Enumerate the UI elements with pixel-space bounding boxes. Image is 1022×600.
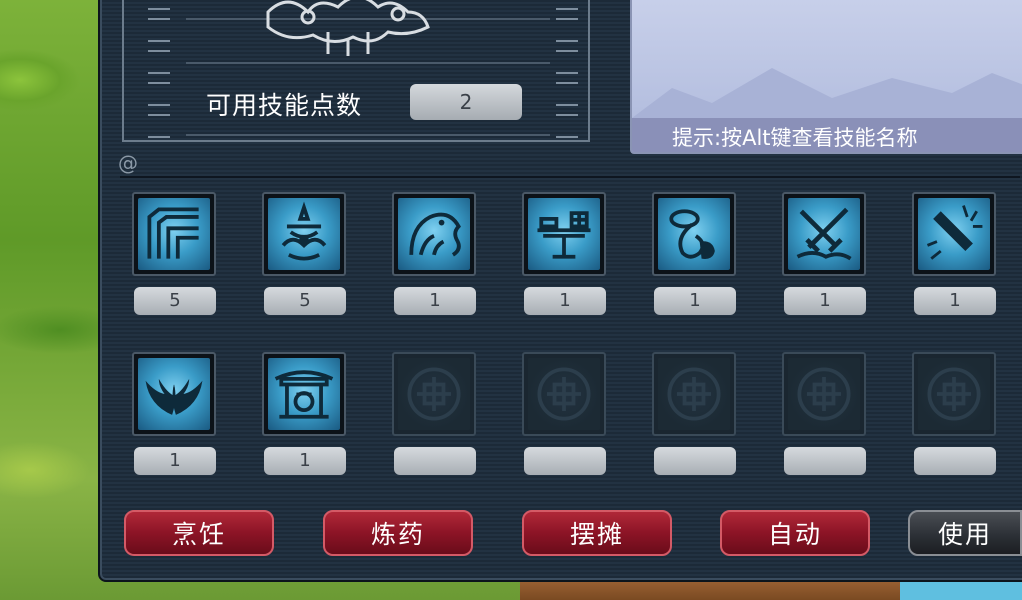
skill-level: 1 [784,287,866,315]
panel-divider [120,176,1020,178]
skill-slot[interactable] [262,192,346,276]
skill-level [914,447,996,475]
skill-preview-panel: 提示:按Alt键查看技能名称 [630,0,1022,154]
skill-level [784,447,866,475]
alchemy-button[interactable]: 炼药 [323,510,473,556]
altar-icon [537,211,591,259]
empty-slot-icon [797,367,851,421]
flame-lotus-icon [281,201,327,261]
skill-points-value: 2 [410,84,522,120]
skill-slot[interactable] [522,192,606,276]
skill-level: 5 [264,287,346,315]
empty-skill-slot[interactable] [652,352,736,436]
maze-icon [147,207,199,259]
greek-key-border-left [148,0,170,140]
skill-level [394,447,476,475]
sword-burst-icon [926,205,983,260]
empty-slot-icon [537,367,591,421]
skill-slot[interactable] [132,192,216,276]
empty-slot-icon [927,367,981,421]
beast-rune-icon [409,212,461,257]
empty-skill-slot[interactable] [912,352,996,436]
skill-slot[interactable] [912,192,996,276]
skill-points-label: 可用技能点数 [206,91,363,120]
corner-scroll-icon: @ [118,151,138,175]
wings-icon [145,378,203,415]
use-button[interactable]: 使用 [908,510,1022,556]
empty-skill-slot[interactable] [782,352,866,436]
skill-slot[interactable] [392,192,476,276]
cook-button[interactable]: 烹饪 [124,510,274,556]
mountain-silhouette [632,68,1022,118]
skill-slot[interactable] [132,352,216,436]
skill-level: 5 [134,287,216,315]
skill-level: 1 [394,287,476,315]
greek-key-border-right [556,0,578,140]
hint-bar: 提示:按Alt键查看技能名称 [632,118,1022,152]
skill-level [524,447,606,475]
skill-level: 1 [914,287,996,315]
empty-slot-icon [667,367,721,421]
crossed-swords-icon [796,207,852,261]
skill-slot[interactable] [262,352,346,436]
frame-line [186,62,550,64]
stall-button[interactable]: 摆摊 [522,510,672,556]
gourd-icon [669,209,715,259]
frame-line [186,134,550,136]
skill-level [654,447,736,475]
auspicious-cloud-icon [266,0,430,56]
skill-slot[interactable] [652,192,736,276]
auto-button[interactable]: 自动 [720,510,870,556]
skill-slot[interactable] [782,192,866,276]
skill-level: 1 [654,287,736,315]
skill-level: 1 [134,447,216,475]
empty-skill-slot[interactable] [522,352,606,436]
empty-skill-slot[interactable] [392,352,476,436]
skill-level: 1 [264,447,346,475]
skill-level: 1 [524,287,606,315]
hint-text: 提示:按Alt键查看技能名称 [672,126,918,150]
pavilion-icon [274,370,334,419]
empty-slot-icon [407,367,461,421]
